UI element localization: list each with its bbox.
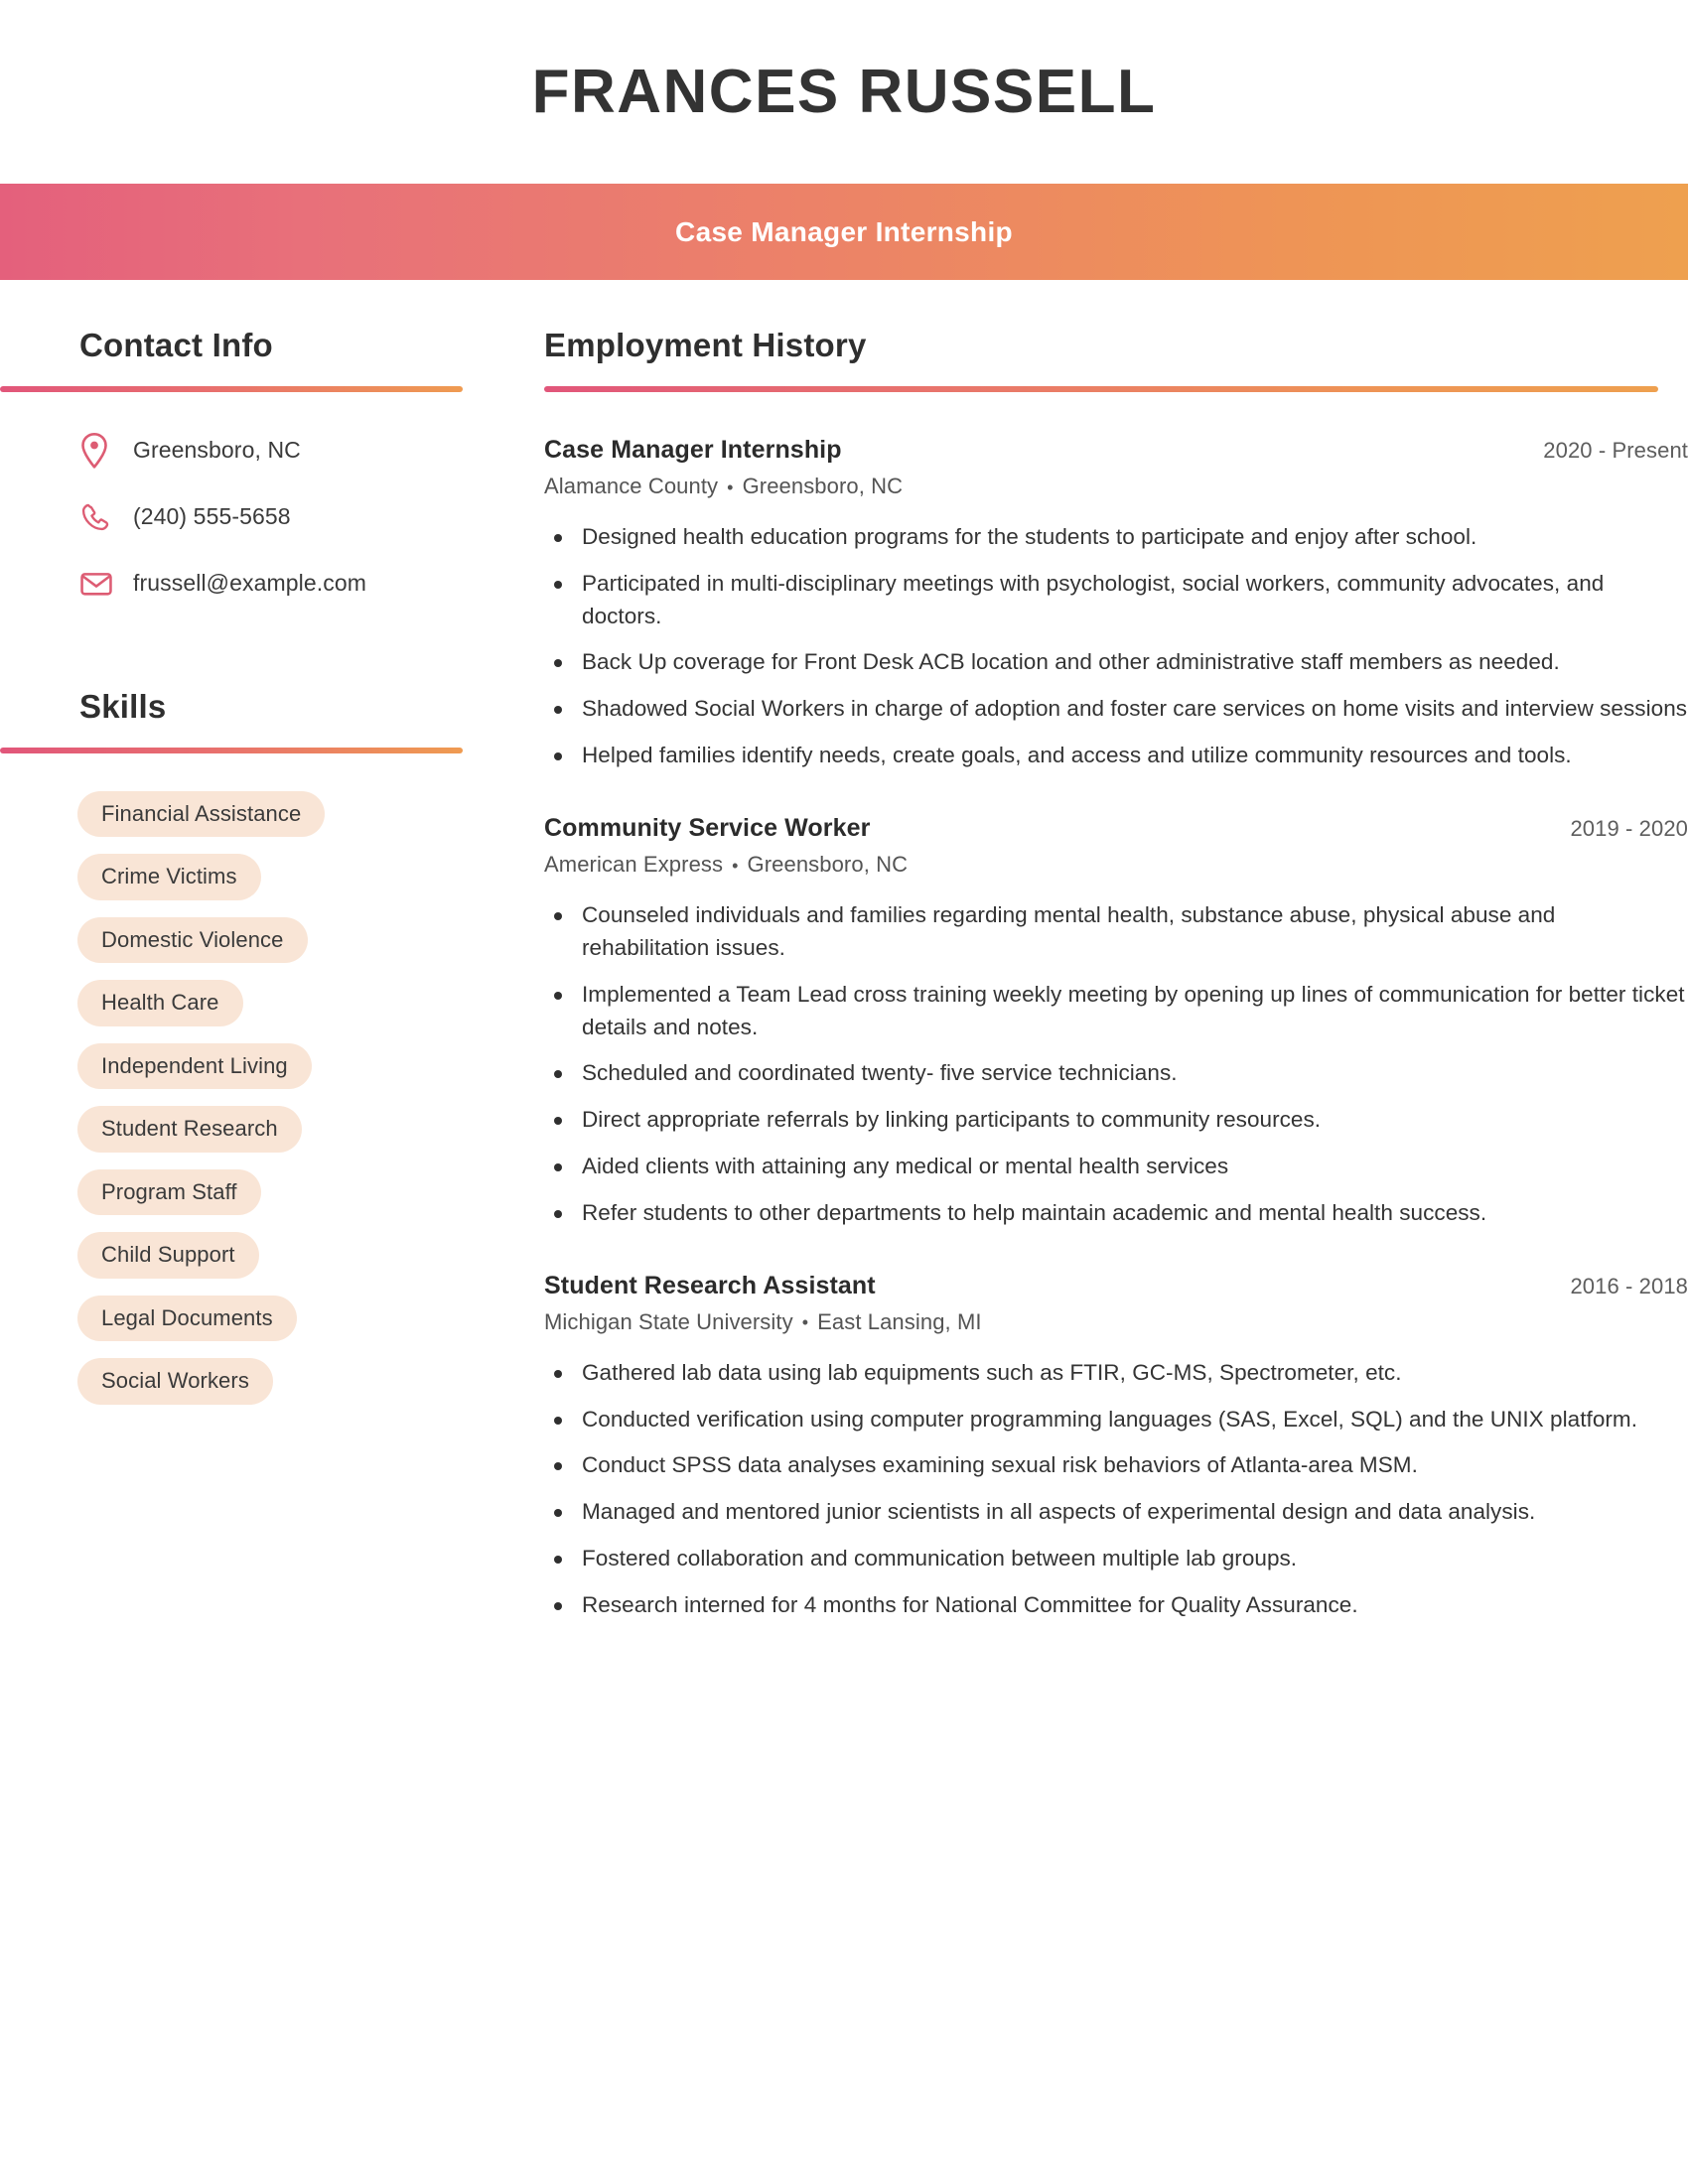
employment-history-heading: Employment History [544, 327, 867, 363]
job-position-title: Case Manager Internship [544, 435, 842, 464]
candidate-name: FRANCES RUSSELL [531, 57, 1157, 126]
contact-phone-value: (240) 555-5658 [133, 502, 291, 529]
skill-pill: Crime Victims [77, 854, 261, 900]
job-company-location: Alamance County • Greensboro, NC [544, 474, 1688, 499]
skill-pill: Child Support [77, 1232, 259, 1279]
skill-pill: Social Workers [77, 1358, 273, 1405]
skill-pill: Student Research [77, 1106, 302, 1153]
employment-entry: Student Research Assistant 2016 - 2018 Mic… [544, 1272, 1688, 1622]
job-company-location: American Express • Greensboro, NC [544, 852, 1688, 878]
resume-body: Contact Info Greensboro, NC (240) 555-56… [0, 280, 1688, 1622]
job-position-title: Student Research Assistant [544, 1271, 876, 1299]
meta-separator-bullet-icon: • [801, 1312, 809, 1333]
main-content: Employment History Case Manager Internsh… [487, 327, 1688, 1622]
job-location: Greensboro, NC [747, 852, 909, 877]
skill-pill: Program Staff [77, 1168, 261, 1216]
job-responsibility-item: Back Up coverage for Front Desk ACB loca… [544, 646, 1688, 679]
skills-divider [0, 747, 463, 753]
contact-location-value: Greensboro, NC [133, 436, 301, 463]
employment-entry-header: Community Service Worker 2019 - 2020 [544, 814, 1688, 843]
employment-entry: Case Manager Internship 2020 - Present Ala… [544, 436, 1688, 772]
job-responsibility-item: Designed health education programs for t… [544, 521, 1688, 554]
job-responsibility-item: Refer students to other departments to h… [544, 1197, 1688, 1230]
skill-pill: Health Care [77, 980, 243, 1026]
job-position-title: Community Service Worker [544, 814, 871, 842]
job-company: Michigan State University [544, 1308, 793, 1334]
contact-item-phone[interactable]: (240) 555-5658 [79, 498, 487, 536]
job-responsibility-item: Direct appropriate referrals by linking … [544, 1104, 1688, 1137]
skill-pill: Financial Assistance [77, 790, 326, 838]
employment-history-list: Case Manager Internship 2020 - Present Ala… [544, 436, 1688, 1622]
meta-separator-bullet-icon: • [727, 477, 734, 497]
resume-header: FRANCES RUSSELL [0, 0, 1688, 184]
job-responsibility-item: Research interned for 4 months for Natio… [544, 1589, 1688, 1622]
job-responsibility-list: Counseled individuals and families regar… [544, 899, 1688, 1230]
job-date-range: 2019 - 2020 [1570, 816, 1688, 841]
employment-divider [544, 385, 1658, 392]
contact-item-location[interactable]: Greensboro, NC [79, 432, 487, 470]
job-responsibility-item: Conducted verification using computer pr… [544, 1404, 1688, 1436]
skills-section: Skills Financial Assistance Crime Victims… [0, 688, 487, 1405]
contact-email-value: frussell@example.com [133, 569, 366, 596]
sidebar: Contact Info Greensboro, NC (240) 555-56… [0, 327, 487, 1405]
job-responsibility-item: Aided clients with attaining any medical… [544, 1151, 1688, 1183]
job-location: Greensboro, NC [742, 473, 904, 498]
meta-separator-bullet-icon: • [732, 855, 739, 876]
job-responsibility-item: Participated in multi-disciplinary meeti… [544, 568, 1688, 633]
candidate-job-title: Case Manager Internship [675, 215, 1013, 247]
skill-pill: Legal Documents [77, 1295, 297, 1342]
job-company: American Express [544, 852, 724, 877]
location-pin-icon [79, 432, 119, 470]
job-responsibility-item: Conduct SPSS data analyses examining sex… [544, 1449, 1688, 1482]
skill-pill: Independent Living [77, 1042, 312, 1090]
job-responsibility-list: Gathered lab data using lab equipments s… [544, 1357, 1688, 1622]
job-responsibility-item: Fostered collaboration and communication… [544, 1543, 1688, 1575]
job-date-range: 2016 - 2018 [1570, 1273, 1688, 1298]
job-location: East Lansing, MI [817, 1308, 982, 1334]
skills-list: Financial Assistance Crime Victims Domesti… [0, 790, 487, 1405]
job-company: Alamance County [544, 473, 719, 498]
skill-pill: Domestic Violence [77, 916, 308, 964]
contact-info-heading: Contact Info [79, 327, 273, 363]
job-responsibility-list: Designed health education programs for t… [544, 521, 1688, 772]
job-responsibility-item: Shadowed Social Workers in charge of ado… [544, 693, 1688, 726]
phone-icon [79, 501, 119, 533]
envelope-icon [79, 570, 119, 598]
job-responsibility-item: Managed and mentored junior scientists i… [544, 1496, 1688, 1529]
job-responsibility-item: Gathered lab data using lab equipments s… [544, 1357, 1688, 1390]
employment-entry: Community Service Worker 2019 - 2020 Ameri… [544, 814, 1688, 1230]
job-responsibility-item: Helped families identify needs, create g… [544, 740, 1688, 772]
contact-item-email[interactable]: frussell@example.com [79, 565, 487, 603]
employment-entry-header: Case Manager Internship 2020 - Present [544, 436, 1688, 465]
job-company-location: Michigan State University • East Lansing, … [544, 1309, 1688, 1335]
job-responsibility-item: Counseled individuals and families regar… [544, 899, 1688, 965]
contact-info-section: Contact Info Greensboro, NC (240) 555-56… [0, 327, 487, 603]
job-responsibility-item: Scheduled and coordinated twenty- five s… [544, 1057, 1688, 1090]
contact-list: Greensboro, NC (240) 555-5658 frussell@e… [0, 432, 487, 603]
employment-entry-header: Student Research Assistant 2016 - 2018 [544, 1272, 1688, 1300]
job-date-range: 2020 - Present [1543, 437, 1688, 463]
job-title-banner: Case Manager Internship [0, 184, 1688, 280]
resume-page: FRANCES RUSSELL Case Manager Internship … [0, 0, 1688, 2184]
job-responsibility-item: Implemented a Team Lead cross training w… [544, 979, 1688, 1044]
contact-divider [0, 385, 463, 392]
skills-heading: Skills [79, 687, 167, 725]
